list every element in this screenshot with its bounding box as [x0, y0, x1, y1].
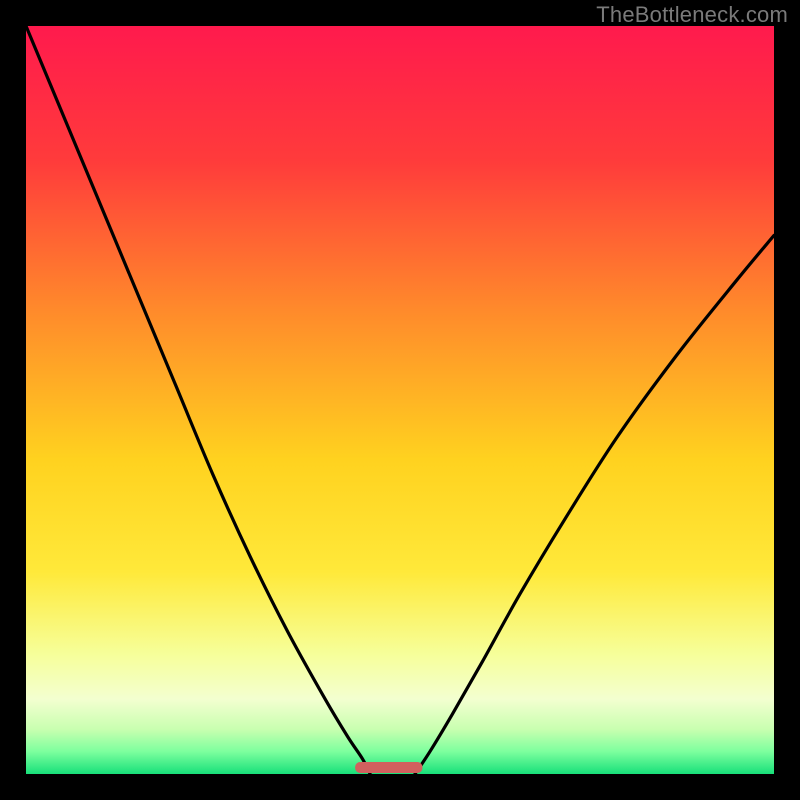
- gradient-background: [26, 26, 774, 774]
- bottom-marker-bar: [355, 762, 422, 773]
- chart-canvas: TheBottleneck.com: [0, 0, 800, 800]
- watermark-text: TheBottleneck.com: [596, 2, 788, 28]
- plot-svg: [26, 26, 774, 774]
- plot-area: [26, 26, 774, 774]
